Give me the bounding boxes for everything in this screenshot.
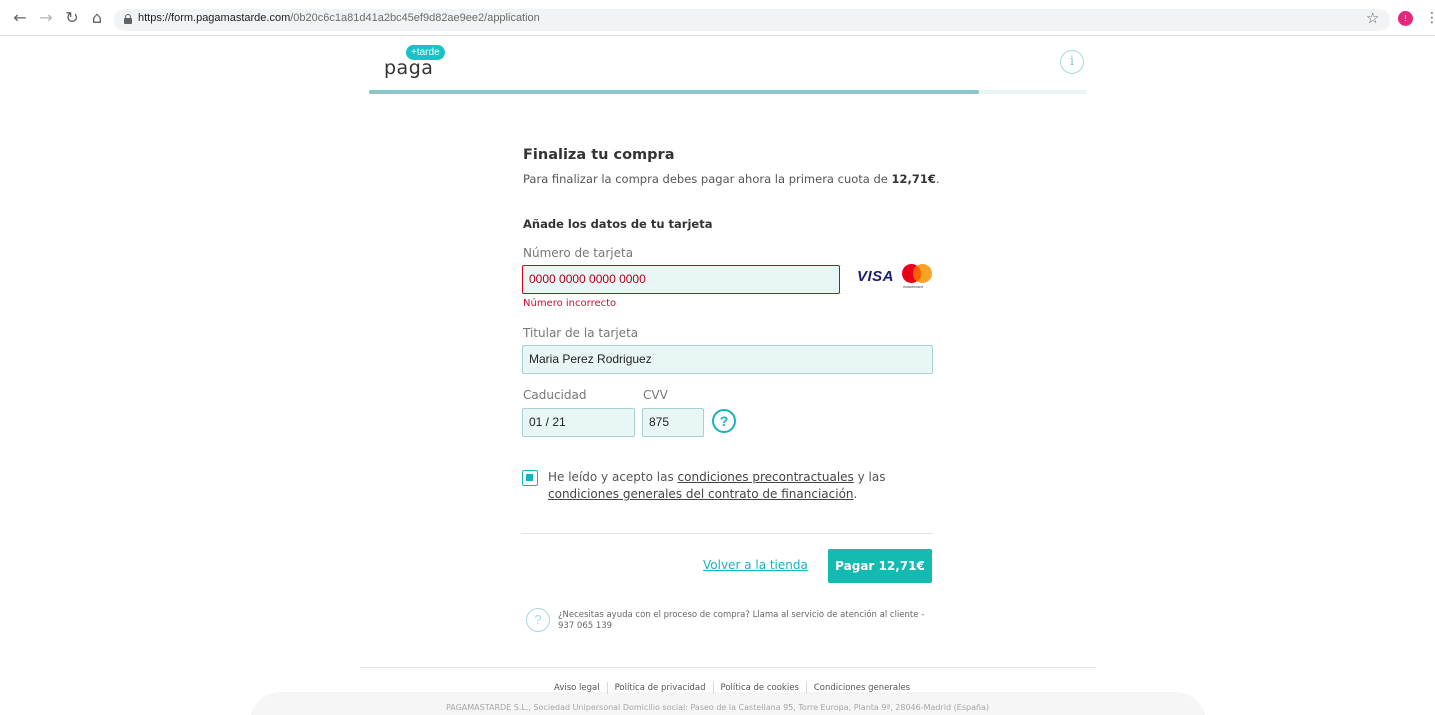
card-holder-input[interactable]: Maria Perez Rodriguez: [522, 345, 933, 374]
cvv-input[interactable]: 875: [642, 408, 704, 437]
profile-avatar[interactable]: !: [1398, 11, 1413, 26]
home-icon[interactable]: ⌂: [87, 8, 107, 28]
visa-logo: VISA: [857, 268, 895, 285]
cvv-label: CVV: [643, 388, 668, 402]
terms-checkbox[interactable]: [522, 470, 538, 486]
footer-address: PAGAMASTARDE S.L., Sociedad Unipersonal …: [445, 703, 990, 712]
footer-link-privacy[interactable]: Política de privacidad: [606, 682, 713, 694]
footer-link-legal[interactable]: Aviso legal: [547, 682, 607, 694]
pay-button[interactable]: Pagar 12,71€: [828, 549, 932, 583]
card-number-input[interactable]: 0000 0000 0000 0000: [522, 265, 840, 294]
back-arrow-icon[interactable]: ←: [10, 8, 30, 28]
general-conditions-link[interactable]: condiciones generales del contrato de fi…: [548, 487, 854, 501]
mastercard-logo: mastercard: [902, 264, 934, 290]
reload-icon[interactable]: ↻: [62, 8, 82, 28]
address-bar[interactable]: https://form.pagamastarde.com/0b20c6c1a8…: [114, 9, 1390, 31]
url-text: https://form.pagamastarde.com/0b20c6c1a8…: [138, 12, 540, 24]
first-installment-amount: 12,71€: [891, 172, 936, 186]
logo-word: paga: [384, 57, 434, 79]
browser-toolbar: ← → ↻ ⌂ https://form.pagamastarde.com/0b…: [0, 0, 1435, 36]
progress-bar: [369, 90, 1087, 94]
footer-links: Aviso legal Política de privacidad Polít…: [547, 682, 917, 694]
support-help-icon: ?: [526, 608, 550, 632]
footer-link-cookies[interactable]: Política de cookies: [712, 682, 806, 694]
precontractual-conditions-link[interactable]: condiciones precontractuales: [678, 470, 854, 484]
pagamastarde-logo: +tarde paga: [384, 44, 454, 84]
card-holder-label: Titular de la tarjeta: [523, 326, 639, 340]
expiry-label: Caducidad: [523, 388, 587, 402]
bookmark-star-icon[interactable]: ☆: [1366, 8, 1379, 28]
card-number-error: Número incorrecto: [523, 298, 617, 309]
footer-divider: [360, 667, 1096, 668]
cvv-help-icon[interactable]: ?: [712, 409, 736, 433]
browser-menu-icon[interactable]: ⋮: [1425, 8, 1435, 28]
progress-bar-fill: [369, 90, 980, 94]
page-title: Finaliza tu compra: [523, 147, 675, 163]
checkbox-check-icon: [526, 474, 533, 481]
info-icon[interactable]: i: [1060, 50, 1084, 74]
card-section-title: Añade los datos de tu tarjeta: [523, 217, 713, 231]
form-divider: [521, 533, 933, 534]
back-to-store-link[interactable]: Volver a la tienda: [703, 558, 808, 572]
card-number-label: Número de tarjeta: [523, 246, 634, 260]
expiry-input[interactable]: 01 / 21: [522, 408, 635, 437]
page-subtitle: Para finalizar la compra debes pagar aho…: [523, 172, 940, 186]
forward-arrow-icon[interactable]: →: [36, 8, 56, 28]
support-text: ¿Necesitas ayuda con el proceso de compr…: [558, 610, 925, 631]
footer-link-conditions[interactable]: Condiciones generales: [805, 682, 917, 694]
lock-icon: [124, 14, 132, 24]
terms-text: He leído y acepto las condiciones precon…: [548, 470, 886, 501]
